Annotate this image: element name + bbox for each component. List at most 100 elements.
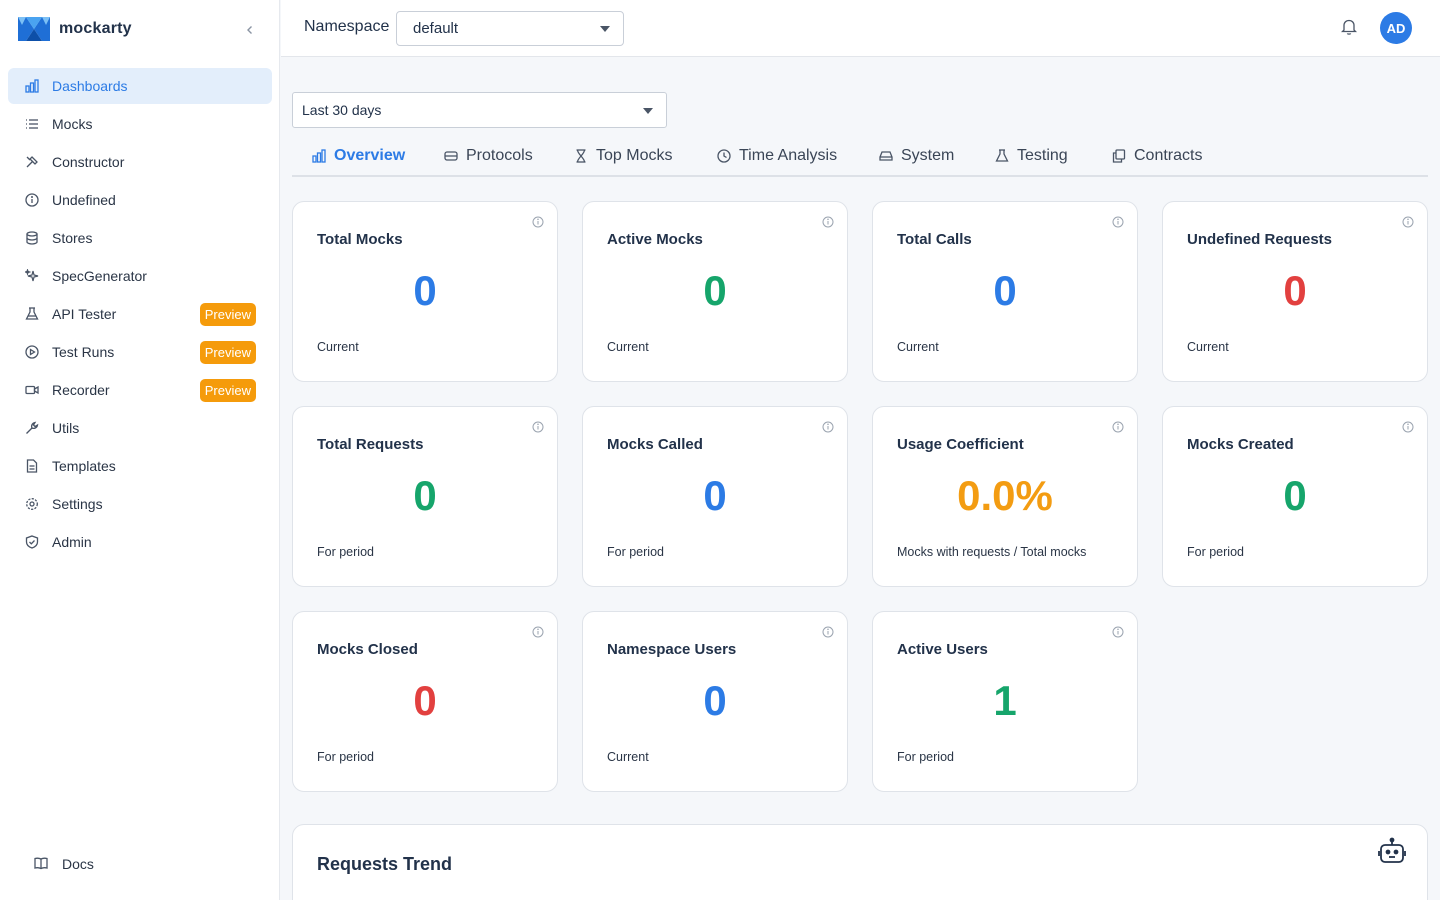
sidebar-item-api-tester[interactable]: API Tester Preview: [8, 296, 272, 332]
stat-card-value: 0: [703, 677, 727, 724]
chevron-left-icon: [247, 26, 252, 34]
tab-top-mocks[interactable]: Top Mocks: [574, 136, 672, 175]
sidebar-item-templates[interactable]: Templates: [8, 448, 272, 484]
preview-badge: Preview: [199, 303, 256, 326]
list-icon: [24, 116, 40, 132]
brand[interactable]: mockarty: [18, 14, 132, 44]
tab-label: Time Analysis: [739, 146, 838, 164]
namespace-select[interactable]: default: [396, 11, 624, 46]
sidebar-item-label: Settings: [52, 496, 103, 512]
stat-card-title: Total Calls: [897, 231, 972, 248]
stat-card-title: Active Users: [897, 641, 988, 658]
namespace-label: Namespace: [304, 18, 390, 35]
stat-card-subtitle: Current: [1187, 340, 1229, 354]
clock-icon: [717, 148, 731, 163]
sidebar-item-admin[interactable]: Admin: [8, 524, 272, 560]
stat-card-subtitle: For period: [897, 750, 954, 764]
server-icon: [444, 149, 458, 163]
info-icon[interactable]: [822, 625, 834, 638]
tab-testing[interactable]: Testing: [995, 136, 1068, 175]
tab-overview[interactable]: Overview: [312, 136, 405, 175]
info-icon[interactable]: [822, 420, 834, 433]
sidebar-item-label: Recorder: [52, 382, 110, 398]
info-icon[interactable]: [1402, 215, 1414, 228]
stat-card-title: Mocks Called: [607, 436, 703, 453]
stat-card-value: 0: [413, 267, 437, 314]
period-select[interactable]: Last 30 days: [292, 92, 667, 128]
gear-icon: [24, 496, 40, 512]
info-icon[interactable]: [1112, 215, 1124, 228]
sidebar-item-label: Admin: [52, 534, 92, 550]
hard-drive-icon: [879, 149, 893, 163]
namespace-value: default: [413, 20, 459, 37]
sparkle-icon: [24, 268, 40, 284]
stat-card-value: 1: [993, 677, 1017, 724]
docs-link[interactable]: Docs: [34, 856, 94, 872]
tab-label: Protocols: [466, 146, 533, 164]
stat-card-value: 0: [993, 267, 1017, 314]
flask-icon: [995, 148, 1009, 163]
sidebar-item-utils[interactable]: Utils: [8, 410, 272, 446]
collapse-sidebar-button[interactable]: [240, 20, 260, 40]
stat-card-value: 0: [703, 267, 727, 314]
bar-chart-icon: [312, 148, 326, 163]
stat-card-title: Usage Coefficient: [897, 436, 1024, 453]
tab-system[interactable]: System: [879, 136, 954, 175]
stat-card-title: Mocks Closed: [317, 641, 418, 658]
info-icon[interactable]: [822, 215, 834, 228]
caret-down-icon: [643, 108, 653, 114]
sidebar-item-recorder[interactable]: Recorder Preview: [8, 372, 272, 408]
sidebar-item-label: SpecGenerator: [52, 268, 147, 284]
info-icon[interactable]: [1112, 420, 1124, 433]
dashboard-tabs: Overview Protocols Top Mocks Time Analys…: [292, 136, 1428, 177]
tab-label: Top Mocks: [596, 146, 673, 164]
sidebar-item-undefined[interactable]: Undefined: [8, 182, 272, 218]
user-avatar[interactable]: AD: [1380, 12, 1412, 44]
sidebar-item-label: Test Runs: [52, 344, 115, 360]
tab-protocols[interactable]: Protocols: [444, 136, 533, 175]
tab-time-analysis[interactable]: Time Analysis: [717, 136, 837, 175]
hourglass-icon: [574, 148, 588, 163]
stat-card-subtitle: Mocks with requests / Total mocks: [897, 545, 1087, 559]
sidebar-item-dashboards[interactable]: Dashboards: [8, 68, 272, 104]
stat-card-value: 0: [413, 677, 437, 724]
sidebar-item-label: Templates: [52, 458, 116, 474]
sidebar-item-settings[interactable]: Settings: [8, 486, 272, 522]
stat-card-title: Namespace Users: [607, 641, 737, 658]
info-icon[interactable]: [532, 625, 544, 638]
info-circle-icon: [24, 192, 40, 208]
sidebar: mockarty Dashboards Mocks Constructor Un…: [0, 0, 280, 900]
stat-card-total-calls: Total Calls 0 Current: [872, 201, 1138, 382]
brand-name: mockarty: [59, 20, 132, 37]
caret-down-icon: [600, 26, 610, 32]
wrench-icon: [24, 420, 40, 436]
bar-chart-icon: [24, 78, 40, 94]
info-icon[interactable]: [1112, 625, 1124, 638]
preview-badge: Preview: [199, 379, 256, 402]
docs-label: Docs: [62, 856, 94, 872]
info-icon[interactable]: [1402, 420, 1414, 433]
stat-card-active-users: Active Users 1 For period: [872, 611, 1138, 792]
tab-label: System: [901, 146, 955, 164]
assistant-bot-button[interactable]: [1377, 836, 1407, 866]
sidebar-item-mocks[interactable]: Mocks: [8, 106, 272, 142]
sidebar-item-label: Undefined: [52, 192, 116, 208]
stat-card-title: Total Requests: [317, 436, 424, 453]
sidebar-item-test-runs[interactable]: Test Runs Preview: [8, 334, 272, 370]
requests-trend-card: Requests Trend: [292, 824, 1428, 900]
info-icon[interactable]: [532, 215, 544, 228]
stat-card-subtitle: Current: [317, 340, 359, 354]
sidebar-item-constructor[interactable]: Constructor: [8, 144, 272, 180]
bell-icon[interactable]: [1340, 18, 1361, 38]
requests-trend-title: Requests Trend: [317, 854, 453, 874]
tab-contracts[interactable]: Contracts: [1112, 136, 1202, 175]
sidebar-item-specgenerator[interactable]: SpecGenerator: [8, 258, 272, 294]
info-icon[interactable]: [532, 420, 544, 433]
sidebar-item-label: Constructor: [52, 154, 125, 170]
period-value: Last 30 days: [302, 102, 382, 118]
stat-card-value: 0.0%: [957, 472, 1053, 519]
stat-card-subtitle: Current: [897, 340, 939, 354]
stat-card-subtitle: Current: [607, 750, 649, 764]
sidebar-item-stores[interactable]: Stores: [8, 220, 272, 256]
sidebar-nav: Dashboards Mocks Constructor Undefined S…: [8, 68, 272, 562]
